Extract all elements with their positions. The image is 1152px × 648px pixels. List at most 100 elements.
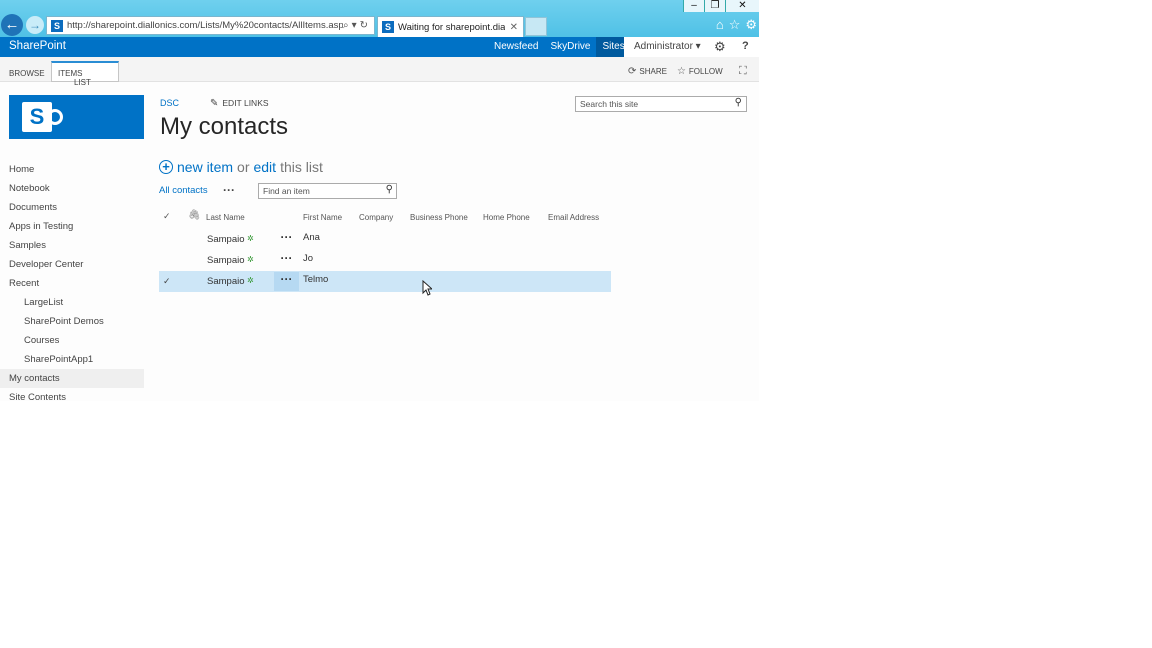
nav-item-home[interactable]: Home [0,160,144,179]
home-icon[interactable]: ⌂ [716,17,724,33]
search-site-placeholder: Search this site [580,99,639,109]
user-menu[interactable]: Administrator ▾ [634,41,701,52]
window-controls: ‒ ❐ ✕ [683,0,759,12]
cell-last-name[interactable]: Sampaio [207,234,245,245]
logo-ring-icon [47,109,63,125]
view-all-contacts[interactable]: All contacts [159,185,208,196]
follow-label: FOLLOW [688,67,723,76]
nav-item-apps-in-testing[interactable]: Apps in Testing [0,217,144,236]
nav-item-my-contacts[interactable]: My contacts [0,369,144,388]
suite-link-newsfeed[interactable]: Newsfeed [488,37,544,57]
cell-first-name: Ana [303,232,320,243]
tools-gear-icon[interactable]: ⚙ [745,17,757,33]
nav-item-recent[interactable]: Recent [0,274,144,293]
nav-item-developer-center[interactable]: Developer Center [0,255,144,274]
attachment-paperclip-icon: 🖇 [188,210,201,221]
search-icon[interactable]: ⚲ [735,97,742,108]
search-site-input[interactable]: Search this site ⚲ [575,96,747,112]
new-item-indicator-icon: ✲ [247,255,254,264]
row-select-check-icon[interactable]: ✓ [163,276,171,287]
close-tab-icon[interactable]: ✕ [505,22,523,33]
cell-last-name[interactable]: Sampaio [207,276,245,287]
item-menu-ellipsis-icon[interactable]: ··· [274,251,299,270]
breadcrumb[interactable]: DSC [160,98,179,108]
table-row[interactable]: Sampaio ✲ ··· Ana [159,229,611,250]
or-text: or [237,159,250,175]
edit-list-link[interactable]: edit [253,159,276,175]
column-header-company[interactable]: Company [359,213,393,222]
new-item-indicator-icon: ✲ [247,276,254,285]
minimize-button[interactable]: ‒ [683,0,704,12]
suite-bar: SharePoint Newsfeed SkyDrive Sites Admin… [0,37,759,57]
nav-item-courses[interactable]: Courses [0,331,144,350]
tab-items[interactable]: ITEMS [58,69,82,78]
sharepoint-favicon-icon: S [51,19,63,32]
nav-item-sharepointapp1[interactable]: SharePointApp1 [0,350,144,369]
tab-list[interactable]: LIST [74,78,91,87]
address-tools-icons[interactable]: ⌕▾↻ [343,20,374,31]
find-item-placeholder: Find an item [263,186,310,196]
view-options-ellipsis-icon[interactable]: ··· [223,183,235,197]
share-icon: ⟳ [628,66,637,77]
tab-favicon-icon: S [382,21,394,33]
item-menu-ellipsis-icon[interactable]: ··· [274,230,299,249]
cell-first-name: Telmo [303,274,329,285]
nav-item-samples[interactable]: Samples [0,236,144,255]
ribbon: BROWSE ITEMS LIST ⟳ SHARE ☆ FOLLOW ⛶ [0,57,759,87]
table-row[interactable]: ✓ Sampaio ✲ ··· Telmo [159,271,611,292]
follow-button[interactable]: ☆ FOLLOW [677,66,723,77]
find-search-icon[interactable]: ⚲ [386,184,393,195]
ribbon-actions: ⟳ SHARE ☆ FOLLOW [628,66,723,77]
column-header-email-address[interactable]: Email Address [548,213,599,222]
item-menu-ellipsis-icon[interactable]: ··· [274,272,299,291]
site-logo[interactable]: S [9,95,144,139]
column-header-home-phone[interactable]: Home Phone [483,213,530,222]
address-bar[interactable]: S http://sharepoint.diallonics.com/Lists… [46,16,375,35]
restore-button[interactable]: ❐ [704,0,725,12]
page-title: My contacts [160,113,289,140]
browser-toolbar-icons: ⌂ ☆ ⚙ [716,17,757,33]
new-item-indicator-icon: ✲ [247,234,254,243]
share-button[interactable]: ⟳ SHARE [628,66,667,77]
back-arrow-icon[interactable]: ← [1,14,23,36]
nav-item-documents[interactable]: Documents [0,198,144,217]
new-item-link[interactable]: new item [177,159,233,175]
column-header-business-phone[interactable]: Business Phone [410,213,468,222]
user-area: Administrator ▾ ⚙ ? [624,37,759,57]
new-tab-button[interactable] [525,17,547,36]
nav-item-largelist[interactable]: LargeList [0,293,144,312]
cell-first-name: Jo [303,253,314,264]
suite-link-skydrive[interactable]: SkyDrive [544,37,596,57]
select-all-check-icon[interactable]: ✓ [163,211,171,222]
cell-last-name[interactable]: Sampaio [207,255,245,266]
address-url[interactable]: http://sharepoint.diallonics.com/Lists/M… [67,20,343,31]
favorites-star-icon[interactable]: ☆ [729,17,741,33]
nav-item-sharepoint-demos[interactable]: SharePoint Demos [0,312,144,331]
focus-on-content-icon[interactable]: ⛶ [739,65,747,78]
edit-links-label: EDIT LINKS [222,98,269,108]
column-header-first-name[interactable]: First Name [303,213,342,222]
table-row[interactable]: Sampaio ✲ ··· Jo [159,250,611,271]
forward-arrow-icon[interactable]: → [26,16,44,34]
find-item-input[interactable]: Find an item ⚲ [258,183,397,199]
new-item-bar: + new item or edit this list [159,159,327,175]
star-icon: ☆ [676,66,686,77]
quick-launch: Home Notebook Documents Apps in Testing Samp… [0,160,144,401]
edit-links-button[interactable]: ✎ EDIT LINKS [210,98,269,109]
column-header-last-name[interactable]: Last Name [206,213,245,222]
tab-title: Waiting for sharepoint.diall... [398,21,505,33]
tab-browse[interactable]: BROWSE [9,69,45,78]
share-label: SHARE [639,67,667,76]
add-item-icon[interactable]: + [159,160,173,174]
help-icon[interactable]: ? [742,40,749,52]
pencil-icon: ✎ [210,98,219,109]
close-window-button[interactable]: ✕ [725,0,759,12]
nav-item-notebook[interactable]: Notebook [0,179,144,198]
nav-item-site-contents[interactable]: Site Contents [0,388,144,401]
suite-links: Newsfeed SkyDrive Sites [488,37,631,57]
screen: ‒ ❐ ✕ ← → S http://sharepoint.diallonics… [0,0,759,401]
browser-tab[interactable]: S Waiting for sharepoint.diall... ✕ [377,16,524,37]
mouse-cursor-icon [422,280,432,296]
sharepoint-brand-link[interactable]: SharePoint [9,40,66,52]
settings-gear-icon[interactable]: ⚙ [714,39,726,55]
